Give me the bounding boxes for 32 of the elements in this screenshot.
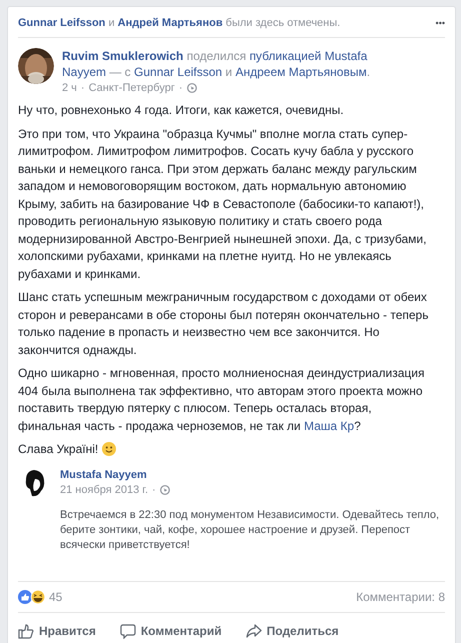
globe-icon xyxy=(186,83,197,93)
link[interactable]: Андреем Мартьяновым xyxy=(235,65,367,79)
like-button[interactable]: Нравится xyxy=(18,620,96,640)
author-line: Ruvim Smuklerowich поделился публикацией Mustafa Nayyem — с Gunnar Leifsson и Андреем Мартьяновым. xyxy=(62,48,372,80)
name-link[interactable]: Ruvim Smuklerowich xyxy=(62,49,184,63)
post-paragraph: Это при том, что Украина "образца Кучмы" вполне могла стать супер-лимитрофом. Лимитрофом лимитрофов. Сосать кучу бабла у русского ваньки и немецкого ганса. При этом держать баланс между рагульским западом и немовоговорящим востоком, дать нормальную автономию Крыму, забить на базирование ЧФ в Севастополе (бабосики-то капают!), проводить региональную языковую политику и стать своего рода модернизированной Австро-Венгрией нынешней эпохи. Да, с тризубами, холопскими рубахами, кринками на плетне нуитд. Но не увлекаясь рубахами и кринками. xyxy=(18,126,428,282)
link[interactable]: Gunnar Leifsson xyxy=(134,65,222,79)
post-paragraph: Шанс стать успешным межграничным государством с доходами от обеих сторон и реверансами в обе стороны был потерян окончательно - теперь только падение в пропасть и неизвестно чем все закончится. Но закончится однажды. xyxy=(18,289,430,358)
more-menu[interactable]: ••• xyxy=(436,18,445,28)
separator-dot: · xyxy=(152,484,156,496)
shared-author-link[interactable]: Mustafa Nayyem xyxy=(60,468,452,480)
post-paragraph: Ну что, ровнехонько 4 года. Итоги, как кажется, очевидны. xyxy=(18,102,345,119)
separator-dot: · xyxy=(80,82,85,94)
globe-icon xyxy=(160,484,170,494)
share-arrow-icon xyxy=(246,622,262,638)
name-link[interactable]: Андрей Мартьянов xyxy=(118,17,223,29)
silhouette-avatar-icon xyxy=(24,468,46,496)
speech-bubble-icon xyxy=(120,622,136,638)
link[interactable]: Nayyem xyxy=(62,65,106,79)
post-paragraph: Одно шикарно - мгновенная, просто молниеносная деиндустриализация 404 была выполнена так эффективно, что авторам этого проекта можно поставить твердую пятерку с плюсом. Теперь осталась вторая, финальная часть - продажа черноземов, не так ли Маша Кр? xyxy=(18,365,426,434)
comment-button[interactable]: Комментарий xyxy=(120,620,222,640)
separator-dot: · xyxy=(178,82,183,94)
tagged-notice: Gunnar Leifsson и Андрей Мартьянов были здесь отмечены. xyxy=(18,17,340,29)
reaction-icons[interactable] xyxy=(18,590,46,604)
share-button[interactable]: Поделиться xyxy=(246,620,339,640)
smiley-icon xyxy=(102,442,116,456)
thumbs-up-icon xyxy=(18,622,34,638)
shared-post-text: Встречаемся в 22:30 под монументом Независимости. Одевайтесь тепло, берите зонтики, чай, кофе, хорошее настроение и друзей. Перепост всячески приветствуется! xyxy=(60,508,440,552)
link[interactable]: публикацией Mustafa xyxy=(249,49,368,63)
post-paragraph: Слава Україні! xyxy=(18,441,431,458)
link[interactable]: Маша Кр xyxy=(304,418,354,432)
name-link[interactable]: Gunnar Leifsson xyxy=(18,17,106,29)
